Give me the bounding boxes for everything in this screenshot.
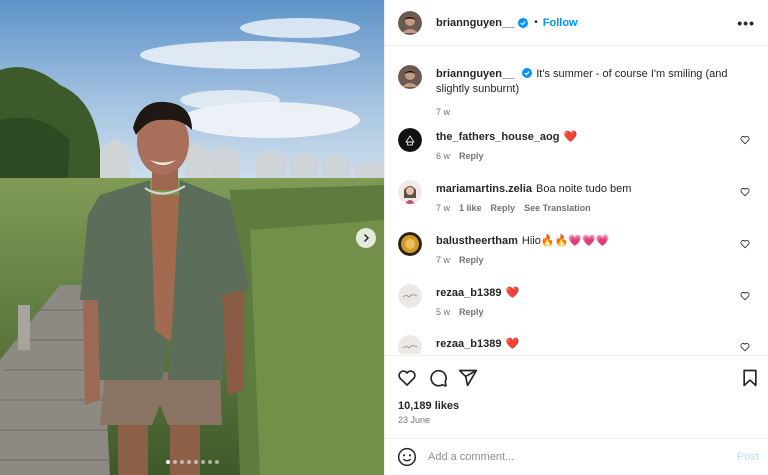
- carousel-dot: [193, 460, 198, 464]
- heart-icon[interactable]: [740, 342, 750, 352]
- carousel-dot: [172, 460, 177, 464]
- author-avatar[interactable]: [398, 10, 422, 35]
- comment-body: ❤️: [505, 338, 520, 350]
- emoji-icon[interactable]: [397, 447, 417, 467]
- separator-dot: •: [534, 17, 538, 28]
- carousel-indicator: [0, 460, 384, 464]
- carousel-dot: [179, 460, 184, 464]
- caption-text: briannguyen__ It's summer - of course I'm…: [436, 67, 746, 97]
- comment-meta: 5 w Reply: [436, 307, 484, 317]
- more-icon[interactable]: •••: [737, 15, 755, 31]
- action-bar: [385, 355, 768, 403]
- comment-username[interactable]: balustheertham: [436, 235, 518, 247]
- post-button[interactable]: Post: [737, 451, 759, 463]
- post-detail-pane: briannguyen__ • Follow ••• briannguyen__…: [384, 0, 768, 475]
- reply-button[interactable]: Reply: [459, 255, 484, 265]
- comment-body: ❤️: [505, 287, 520, 299]
- verified-icon: [518, 17, 529, 28]
- comment-body: ❤️: [563, 131, 578, 143]
- see-translation-button[interactable]: See Translation: [524, 203, 591, 213]
- likes-count[interactable]: 10,189 likes: [398, 400, 459, 412]
- comment-likes[interactable]: 1 like: [459, 203, 482, 213]
- author-username[interactable]: briannguyen__: [436, 17, 514, 29]
- heart-icon[interactable]: [740, 187, 750, 197]
- comment-age[interactable]: 7 w: [436, 255, 450, 265]
- carousel-dot: [165, 460, 170, 464]
- caption-username[interactable]: briannguyen__: [436, 68, 514, 80]
- next-slide-button[interactable]: [356, 228, 376, 248]
- commenter-avatar[interactable]: [398, 180, 422, 204]
- carousel-dot: [186, 460, 191, 464]
- post-header: briannguyen__ • Follow •••: [385, 0, 768, 46]
- comment-input[interactable]: [428, 451, 718, 463]
- add-comment-bar: Post: [385, 438, 768, 475]
- comment-meta: 7 w 1 like Reply See Translation: [436, 203, 591, 213]
- carousel-dot: [200, 460, 205, 464]
- commenter-avatar[interactable]: [398, 232, 422, 256]
- photo-image: [0, 0, 384, 475]
- comment-age[interactable]: 5 w: [436, 307, 450, 317]
- comment-age[interactable]: 6 w: [436, 151, 450, 161]
- commenter-avatar[interactable]: [398, 128, 422, 152]
- heart-icon[interactable]: [740, 239, 750, 249]
- reply-button[interactable]: Reply: [459, 151, 484, 161]
- reply-button[interactable]: Reply: [459, 307, 484, 317]
- comment-text: rezaa_b1389 ❤️: [436, 337, 746, 352]
- comment-meta: 7 w Reply: [436, 255, 484, 265]
- commenter-avatar[interactable]: [398, 284, 422, 308]
- commenter-avatar[interactable]: [398, 335, 422, 354]
- caption-meta: 7 w: [436, 107, 450, 117]
- reply-button[interactable]: Reply: [491, 203, 516, 213]
- carousel-dot: [207, 460, 212, 464]
- caption-age[interactable]: 7 w: [436, 107, 450, 117]
- comment-icon[interactable]: [428, 368, 448, 388]
- comment-meta: 6 w Reply: [436, 151, 484, 161]
- chevron-right-icon: [363, 233, 370, 243]
- comment-body: Boa noite tudo bem: [536, 183, 632, 195]
- comment-username[interactable]: rezaa_b1389: [436, 338, 501, 350]
- verified-icon: [522, 68, 533, 78]
- comment-text: balustheertham Hiio🔥🔥💗💗💗: [436, 234, 746, 249]
- comment-text: mariamartins.zelia Boa noite tudo bem: [436, 182, 746, 197]
- comment-username[interactable]: the_fathers_house_aog: [436, 131, 559, 143]
- post-photo[interactable]: [0, 0, 384, 475]
- heart-icon[interactable]: [397, 368, 417, 388]
- author-avatar[interactable]: [398, 65, 422, 89]
- comment-body: Hiio🔥🔥💗💗💗: [521, 235, 610, 247]
- comment-username[interactable]: mariamartins.zelia: [436, 183, 532, 195]
- comments-list[interactable]: briannguyen__ It's summer - of course I'm…: [385, 56, 768, 354]
- bookmark-icon[interactable]: [740, 368, 760, 388]
- comment-text: rezaa_b1389 ❤️: [436, 286, 746, 301]
- share-icon[interactable]: [458, 368, 478, 388]
- comment-username[interactable]: rezaa_b1389: [436, 287, 501, 299]
- carousel-dot: [214, 460, 219, 464]
- comment-text: the_fathers_house_aog ❤️: [436, 130, 746, 145]
- follow-button[interactable]: Follow: [543, 17, 578, 29]
- heart-icon[interactable]: [740, 135, 750, 145]
- heart-icon[interactable]: [740, 291, 750, 301]
- post-date[interactable]: 23 June: [398, 415, 430, 425]
- comment-age[interactable]: 7 w: [436, 203, 450, 213]
